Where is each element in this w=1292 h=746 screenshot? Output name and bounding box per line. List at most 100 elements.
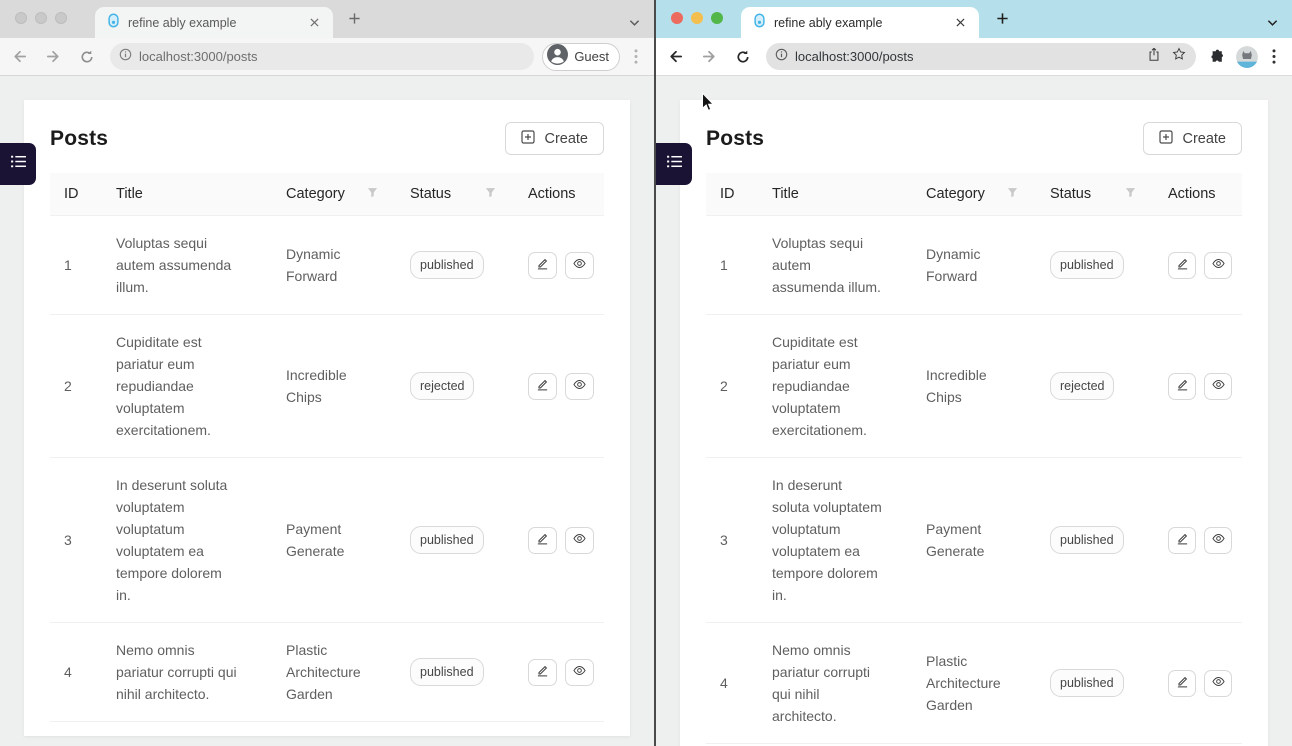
filter-icon[interactable]	[1125, 186, 1136, 202]
extensions-puzzle-icon[interactable]	[1204, 44, 1230, 70]
cell-category: Incredible Chips	[272, 348, 396, 424]
cell-status: published	[1036, 510, 1154, 570]
table-row: 3 In deserunt soluta voluptatem voluptat…	[50, 458, 604, 623]
url-bar[interactable]: localhost:3000/posts	[110, 43, 534, 70]
profile-button[interactable]: Guest	[542, 43, 620, 71]
site-info-icon[interactable]	[775, 48, 788, 66]
filter-icon[interactable]	[485, 186, 496, 202]
edit-button[interactable]	[1168, 527, 1196, 554]
table-row: 1 Voluptas sequi autem assumenda illum. …	[706, 216, 1242, 315]
browser-tab[interactable]: refine ably example	[741, 7, 979, 38]
browser-menu-button[interactable]	[626, 45, 646, 69]
share-icon[interactable]	[1148, 47, 1160, 67]
cell-status: rejected	[1036, 356, 1154, 416]
browser-window-left: refine ably example localhost:3000/posts…	[0, 0, 654, 746]
status-badge: published	[410, 251, 484, 279]
create-button-label: Create	[544, 131, 588, 147]
edit-button[interactable]	[528, 373, 557, 400]
edit-icon	[536, 532, 549, 548]
create-button[interactable]: Create	[1143, 122, 1242, 155]
back-button[interactable]	[4, 42, 34, 72]
filter-icon[interactable]	[1007, 186, 1018, 202]
cell-actions	[1154, 236, 1240, 295]
edit-button[interactable]	[1168, 670, 1196, 697]
cell-actions	[1154, 511, 1240, 570]
table-row: 3 In deserunt soluta voluptatem voluptat…	[706, 458, 1242, 623]
status-badge: published	[410, 526, 484, 554]
bookmark-star-icon[interactable]	[1172, 47, 1186, 66]
tab-close-icon[interactable]	[952, 14, 969, 31]
cell-category: Payment Generate	[912, 502, 1036, 578]
forward-button[interactable]	[694, 42, 724, 72]
edit-button[interactable]	[528, 252, 557, 279]
sidebar-toggle-button[interactable]	[0, 143, 36, 185]
edit-icon	[536, 257, 549, 273]
browser-menu-button[interactable]	[1264, 45, 1284, 69]
edit-button[interactable]	[1168, 252, 1196, 279]
eye-icon	[1212, 532, 1225, 548]
posts-table: ID Title Category Status Actions 1 Volup…	[706, 173, 1242, 744]
page-title: Posts	[50, 127, 108, 151]
plus-square-icon	[1159, 130, 1173, 148]
table-row: 4 Nemo omnis pariatur corrupti qui nihil…	[706, 623, 1242, 744]
edit-button[interactable]	[528, 527, 557, 554]
view-button[interactable]	[1204, 527, 1232, 554]
tab-overflow-chevron-icon[interactable]	[1267, 14, 1278, 32]
reload-button[interactable]	[72, 42, 102, 72]
cell-id: 4	[706, 656, 758, 710]
view-button[interactable]	[565, 252, 594, 279]
minimize-window-button[interactable]	[691, 12, 703, 24]
cell-title: Nemo omnis pariatur corrupti qui nihil a…	[102, 623, 272, 721]
page-content: Posts Create ID Title Category Status Ac…	[656, 76, 1292, 746]
cell-title: Cupiditate est pariatur eum repudiandae …	[102, 315, 272, 457]
edit-button[interactable]	[1168, 373, 1196, 400]
view-button[interactable]	[1204, 670, 1232, 697]
cell-actions	[514, 357, 602, 416]
create-button[interactable]: Create	[505, 122, 604, 155]
unordered-list-icon	[10, 153, 27, 175]
filter-icon[interactable]	[367, 186, 378, 202]
close-window-button[interactable]	[15, 12, 27, 24]
cell-title: Cupiditate est pariatur eum repudiandae …	[758, 315, 912, 457]
cell-category: Plastic Architecture Garden	[272, 623, 396, 721]
cell-title: Nemo omnis pariatur corrupti qui nihil a…	[758, 623, 912, 743]
new-tab-button[interactable]	[996, 12, 1009, 25]
close-window-button[interactable]	[671, 12, 683, 24]
view-button[interactable]	[565, 527, 594, 554]
url-bar[interactable]: localhost:3000/posts	[766, 43, 1196, 70]
cell-id: 3	[706, 513, 758, 567]
table-body: 1 Voluptas sequi autem assumenda illum. …	[50, 216, 604, 722]
cell-category: Incredible Chips	[912, 348, 1036, 424]
tab-title: refine ably example	[128, 16, 306, 30]
view-button[interactable]	[565, 373, 594, 400]
cell-status: rejected	[396, 356, 514, 416]
favicon	[108, 13, 119, 33]
view-button[interactable]	[1204, 373, 1232, 400]
zoom-window-button[interactable]	[55, 12, 67, 24]
view-button[interactable]	[565, 659, 594, 686]
minimize-window-button[interactable]	[35, 12, 47, 24]
page-content: Posts Create ID Title Category Status Ac…	[0, 76, 654, 746]
site-info-icon[interactable]	[119, 48, 132, 66]
header-actions: Actions	[514, 173, 602, 215]
eye-icon	[573, 378, 586, 394]
tab-overflow-chevron-icon[interactable]	[629, 14, 640, 32]
zoom-window-button[interactable]	[711, 12, 723, 24]
new-tab-button[interactable]	[348, 12, 361, 25]
header-id: ID	[706, 173, 758, 215]
reload-button[interactable]	[728, 42, 758, 72]
browser-tab[interactable]: refine ably example	[95, 7, 333, 38]
forward-button[interactable]	[38, 42, 68, 72]
table-row: 1 Voluptas sequi autem assumenda illum. …	[50, 216, 604, 315]
sidebar-toggle-button[interactable]	[656, 143, 692, 185]
screen: refine ably example localhost:3000/posts…	[0, 0, 1292, 746]
edit-icon	[1176, 532, 1189, 548]
eye-icon	[1212, 257, 1225, 273]
tab-close-icon[interactable]	[306, 14, 323, 31]
cell-category: Plastic Architecture Garden	[912, 634, 1036, 732]
edit-button[interactable]	[528, 659, 557, 686]
profile-avatar[interactable]	[1236, 46, 1258, 68]
eye-icon	[1212, 675, 1225, 691]
view-button[interactable]	[1204, 252, 1232, 279]
back-button[interactable]	[660, 42, 690, 72]
